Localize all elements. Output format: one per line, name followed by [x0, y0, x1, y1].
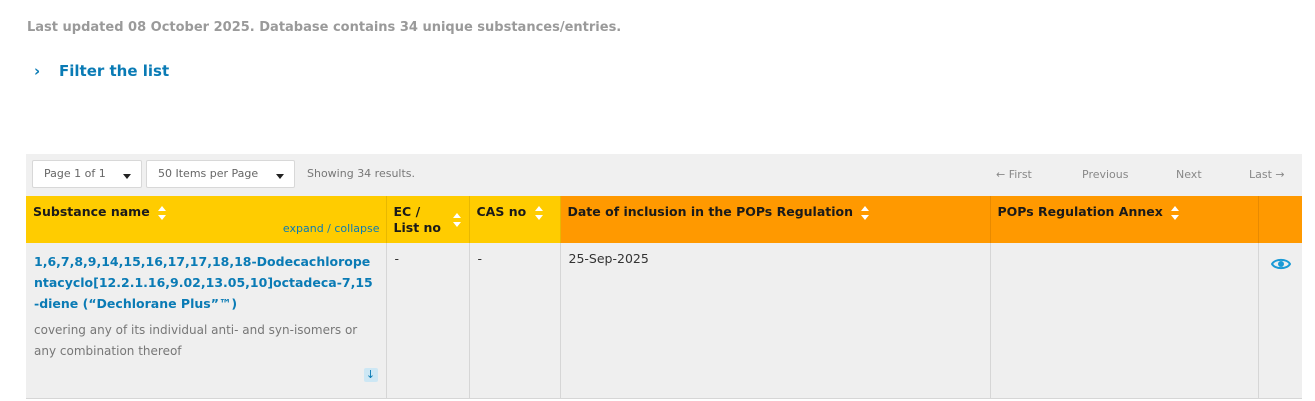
sort-icon[interactable] — [452, 213, 462, 227]
column-cas-no[interactable]: CAS no — [469, 196, 561, 243]
last-page-link[interactable]: Last → — [1249, 168, 1285, 181]
cell-actions — [1258, 243, 1302, 399]
first-page-link[interactable]: ← First — [996, 168, 1032, 181]
column-date-inclusion[interactable]: Date of inclusion in the POPs Regulation — [560, 196, 991, 243]
sort-icon[interactable] — [1170, 205, 1180, 220]
column-label: Substance name — [33, 204, 150, 219]
page-select[interactable]: Page 1 of 1 — [32, 160, 142, 188]
column-label: Date of inclusion in the POPs Regulation — [567, 204, 854, 219]
cell-cas-no: - — [469, 243, 561, 399]
arrow-down-icon[interactable]: ↓ — [363, 368, 378, 382]
results-count: Showing 34 results. — [307, 167, 416, 180]
substance-description: covering any of its individual anti- and… — [34, 323, 358, 358]
column-label: List no — [393, 220, 442, 235]
pagination-toolbar: Page 1 of 1 50 Items per Page Showing 34… — [26, 154, 1302, 196]
items-per-page-value: 50 Items per Page — [158, 167, 259, 180]
column-label: EC / — [393, 204, 421, 219]
last-updated-text: Last updated 08 October 2025. Database c… — [27, 20, 622, 35]
page-select-value: Page 1 of 1 — [44, 167, 106, 180]
column-ec-list-no[interactable]: EC / List no — [386, 196, 470, 243]
sort-icon[interactable] — [157, 205, 167, 220]
substance-name-link[interactable]: 1,6,7,8,9,14,15,16,17,17,18,18-Dodecachl… — [34, 251, 378, 314]
column-label: POPs Regulation Annex — [997, 204, 1163, 219]
previous-page-link[interactable]: Previous — [1082, 168, 1129, 181]
next-page-link[interactable]: Next — [1176, 168, 1202, 181]
table-header-row: Substance name expand / collapse EC / Li… — [26, 196, 1302, 243]
chevron-down-icon — [276, 174, 284, 179]
eye-icon[interactable] — [1271, 257, 1292, 271]
substances-table: Substance name expand / collapse EC / Li… — [26, 196, 1302, 399]
cell-date-inclusion: 25-Sep-2025 — [560, 243, 991, 399]
filter-toggle[interactable]: › Filter the list — [34, 62, 169, 80]
sort-icon[interactable] — [860, 205, 870, 220]
column-label: CAS no — [476, 204, 527, 219]
chevron-right-icon: › — [34, 62, 41, 80]
expand-collapse-link[interactable]: expand / collapse — [283, 222, 380, 235]
column-substance-name[interactable]: Substance name expand / collapse — [26, 196, 387, 243]
table-row: 1,6,7,8,9,14,15,16,17,17,18,18-Dodecachl… — [26, 243, 1302, 399]
cell-pops-annex — [990, 243, 1259, 399]
column-actions — [1258, 196, 1302, 243]
filter-label: Filter the list — [59, 62, 170, 80]
sort-icon[interactable] — [534, 205, 544, 220]
cell-ec-list-no: - — [386, 243, 470, 399]
chevron-down-icon — [123, 174, 131, 179]
column-pops-annex[interactable]: POPs Regulation Annex — [990, 196, 1259, 243]
cell-substance-name: 1,6,7,8,9,14,15,16,17,17,18,18-Dodecachl… — [26, 243, 387, 399]
items-per-page-select[interactable]: 50 Items per Page — [146, 160, 295, 188]
